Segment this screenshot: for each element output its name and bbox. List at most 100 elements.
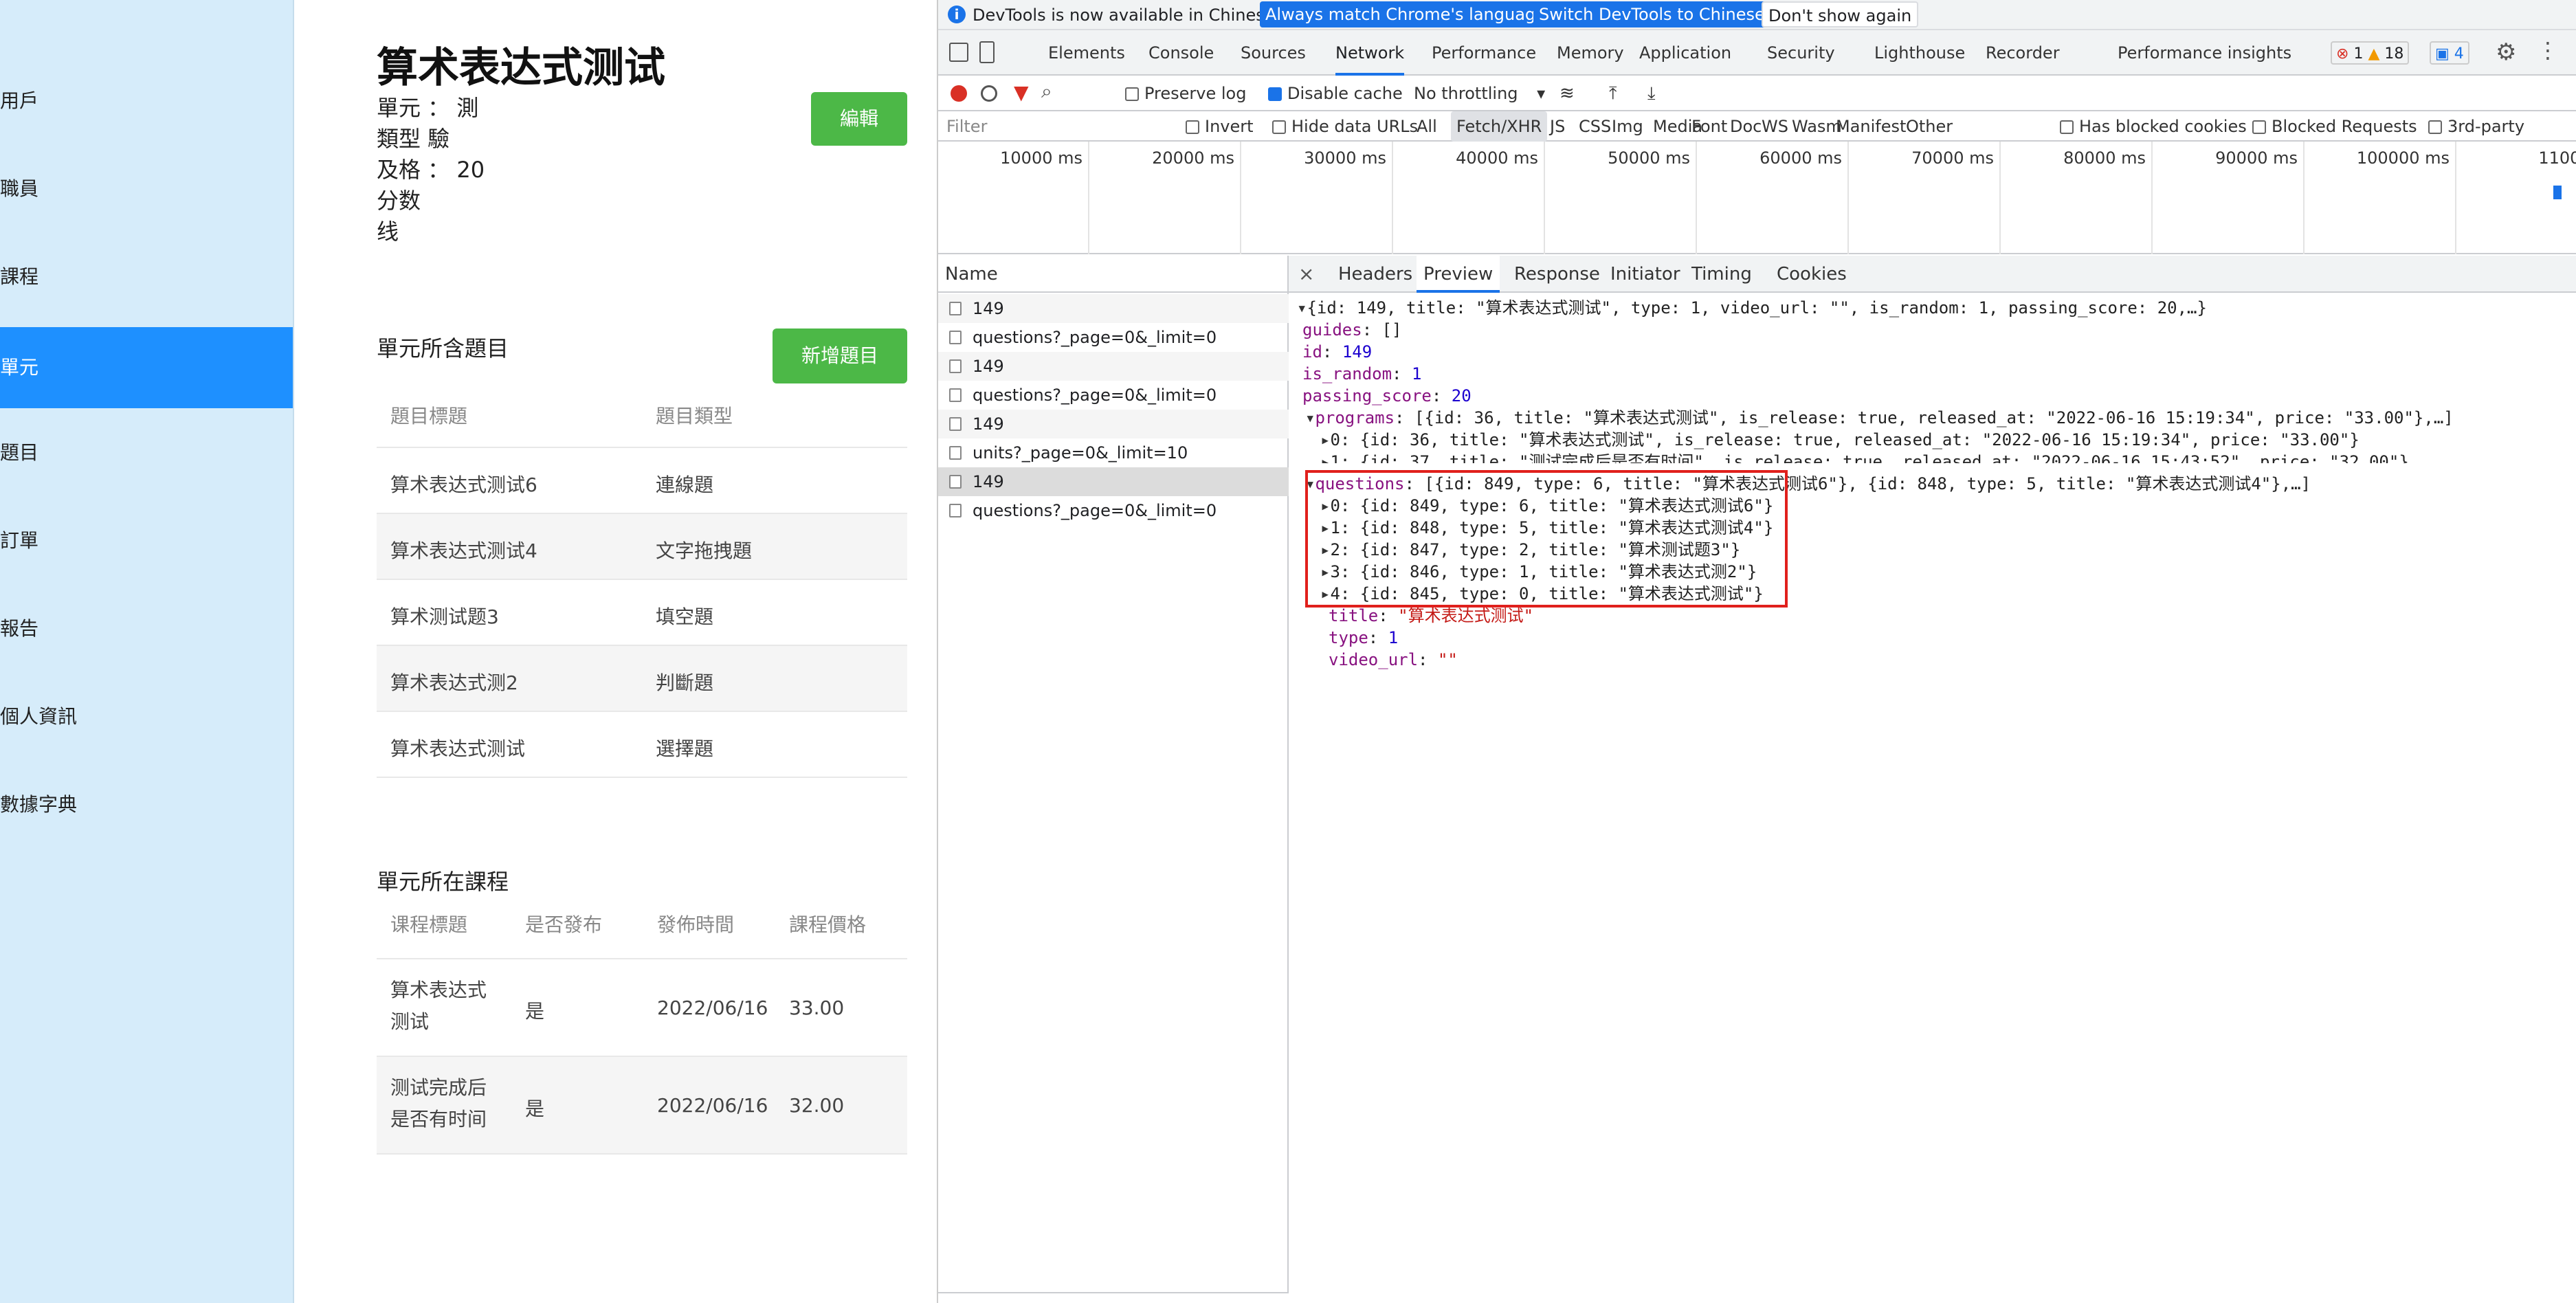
- sidebar-item[interactable]: 訂單: [0, 500, 293, 581]
- devtools-tab[interactable]: Performance insights: [2118, 30, 2291, 76]
- detail-tab[interactable]: Headers: [1331, 256, 1419, 293]
- devtools-tab[interactable]: Console: [1148, 30, 1214, 76]
- request-checkbox-icon[interactable]: [949, 302, 962, 315]
- request-row[interactable]: questions?_page=0&_limit=0: [938, 496, 1289, 525]
- filter-type-button[interactable]: Wasm: [1792, 111, 1842, 142]
- sidebar-item[interactable]: 課程: [0, 236, 293, 318]
- sidebar-item[interactable]: 職員: [0, 148, 293, 230]
- devtools-tab[interactable]: Sources: [1241, 30, 1306, 76]
- sidebar-item[interactable]: 報告: [0, 588, 293, 669]
- close-icon[interactable]: ×: [1298, 256, 1314, 293]
- sidebar-item[interactable]: 用戶: [0, 60, 293, 142]
- devtools-tab[interactable]: Security: [1767, 30, 1835, 76]
- network-timeline[interactable]: 10000 ms 20000 ms 30000 ms 40000 ms 50000 ms…: [938, 142, 2576, 254]
- device-toolbar-icon[interactable]: [979, 41, 995, 63]
- preserve-log-checkbox[interactable]: Preserve log: [1125, 76, 1246, 111]
- filter-type-button[interactable]: CSS: [1579, 111, 1611, 142]
- request-checkbox-icon[interactable]: [949, 417, 962, 431]
- sidebar-item[interactable]: 單元: [0, 327, 293, 408]
- record-icon[interactable]: [951, 85, 967, 102]
- request-row[interactable]: 149: [938, 294, 1289, 323]
- name-column-header[interactable]: Name: [938, 256, 1289, 293]
- detail-tab[interactable]: Response: [1507, 256, 1607, 293]
- detail-tab[interactable]: Preview: [1417, 256, 1500, 293]
- has-blocked-cookies-checkbox[interactable]: Has blocked cookies: [2060, 111, 2247, 142]
- request-checkbox-icon[interactable]: [949, 475, 962, 489]
- request-row[interactable]: units?_page=0&_limit=10: [938, 438, 1289, 467]
- clear-icon[interactable]: [981, 85, 997, 102]
- filter-type-button[interactable]: Fetch/XHR: [1451, 111, 1548, 142]
- devtools-tab[interactable]: Lighthouse: [1874, 30, 1965, 76]
- disable-cache-checkbox[interactable]: Disable cache: [1268, 76, 1403, 111]
- table-row[interactable]: 算术表达式测试4 文字拖拽題: [377, 513, 907, 579]
- table-row[interactable]: 算术表达式 测试 是 2022/06/16 33.00: [377, 958, 907, 1056]
- detail-tab[interactable]: Initiator: [1603, 256, 1687, 293]
- request-row[interactable]: 149: [938, 352, 1289, 381]
- devtools-tab[interactable]: Performance: [1432, 30, 1536, 76]
- table-row[interactable]: 算术测试题3 填空題: [377, 579, 907, 645]
- add-question-button[interactable]: 新增題目: [773, 328, 907, 383]
- prop-programs[interactable]: ▾programs: [{id: 36, title: "算术表达式测试", i…: [1305, 407, 2454, 429]
- request-checkbox-icon[interactable]: [949, 388, 962, 402]
- prop-value: "算术表达式测试": [1398, 606, 1534, 625]
- blocked-requests-checkbox[interactable]: Blocked Requests: [2252, 111, 2417, 142]
- match-language-button[interactable]: Always match Chrome's language: [1260, 1, 1551, 27]
- sidebar-item[interactable]: 數據字典: [0, 764, 293, 845]
- request-row[interactable]: questions?_page=0&_limit=0: [938, 381, 1289, 410]
- search-icon[interactable]: ⌕: [1041, 80, 1052, 103]
- inspect-icon[interactable]: [949, 43, 968, 62]
- table-row[interactable]: 测试完成后 是否有时间 是 2022/06/16 32.00: [377, 1056, 907, 1153]
- questions-section-title: 單元所含題目: [377, 335, 509, 361]
- devtools-tab[interactable]: Application: [1639, 30, 1731, 76]
- table-row[interactable]: 算术表达式测试 選擇題: [377, 711, 907, 777]
- sidebar-item[interactable]: 個人資訊: [0, 676, 293, 757]
- filter-input[interactable]: Filter: [946, 111, 987, 142]
- third-party-checkbox[interactable]: 3rd-party request: [2428, 111, 2576, 166]
- export-icon[interactable]: ⤓: [1647, 76, 1656, 111]
- gear-icon[interactable]: ⚙: [2496, 38, 2516, 66]
- detail-tab[interactable]: Cookies: [1770, 256, 1854, 293]
- programs-item-0[interactable]: ▸0: {id: 36, title: "算术表达式测试", is_releas…: [1320, 429, 2360, 451]
- prop-value: []: [1381, 320, 1402, 339]
- throttling-select[interactable]: No throttling ▾: [1414, 76, 1545, 111]
- programs-item-1[interactable]: ▸1: {id: 37, title: "测试完成后是否有时间", is_rel…: [1320, 451, 2409, 463]
- issues-counter[interactable]: ⊗ 1 ▲ 18: [2331, 41, 2410, 65]
- table-row[interactable]: 算术表达式测2 判斷題: [377, 645, 907, 711]
- devtools-tab[interactable]: Recorder: [1986, 30, 2060, 76]
- filter-type-button[interactable]: Img: [1612, 111, 1643, 142]
- filter-type-button[interactable]: Manifest: [1836, 111, 1906, 142]
- request-checkbox-icon[interactable]: [949, 331, 962, 344]
- sidebar-item[interactable]: 題目: [0, 412, 293, 493]
- filter-type-button[interactable]: Doc: [1730, 111, 1762, 142]
- filter-type-button[interactable]: JS: [1550, 111, 1565, 142]
- more-options-icon[interactable]: ⋮: [2537, 37, 2559, 63]
- devtools-tab[interactable]: Elements: [1048, 30, 1125, 76]
- request-checkbox-icon[interactable]: [949, 359, 962, 373]
- messages-counter[interactable]: ▣ 4: [2430, 41, 2469, 65]
- request-row[interactable]: 149: [938, 467, 1289, 496]
- devtools-tab[interactable]: Memory: [1557, 30, 1624, 76]
- course-title-cell: 算术表达式 测试: [390, 979, 487, 1033]
- filter-icon[interactable]: ▼: [1014, 81, 1029, 104]
- prop-key: is_random: [1302, 364, 1392, 383]
- request-row[interactable]: 149: [938, 410, 1289, 438]
- switch-chinese-button[interactable]: Switch DevTools to Chinese: [1533, 1, 1770, 27]
- devtools-tab[interactable]: Network: [1335, 30, 1405, 76]
- filter-type-button[interactable]: All: [1417, 111, 1437, 142]
- edit-button[interactable]: 編輯: [811, 92, 907, 146]
- filter-type-button[interactable]: WS: [1762, 111, 1788, 142]
- import-icon[interactable]: ⤒: [1609, 76, 1617, 111]
- meta-line: 线: [377, 219, 399, 245]
- network-conditions-icon[interactable]: ≋: [1559, 76, 1575, 111]
- hide-data-urls-checkbox[interactable]: Hide data URLs: [1272, 111, 1418, 142]
- filter-type-button[interactable]: Font: [1691, 111, 1727, 142]
- request-row[interactable]: questions?_page=0&_limit=0: [938, 323, 1289, 352]
- dont-show-again-button[interactable]: Don't show again: [1762, 1, 1919, 27]
- table-row[interactable]: 算术表达式测试6 連線題: [377, 447, 907, 513]
- request-checkbox-icon[interactable]: [949, 504, 962, 517]
- detail-tab[interactable]: Timing: [1685, 256, 1759, 293]
- request-checkbox-icon[interactable]: [949, 446, 962, 460]
- preview-root[interactable]: ▾{id: 149, title: "算术表达式测试", type: 1, vi…: [1297, 297, 2207, 319]
- invert-checkbox[interactable]: Invert: [1186, 111, 1254, 142]
- filter-type-button[interactable]: Other: [1906, 111, 1953, 142]
